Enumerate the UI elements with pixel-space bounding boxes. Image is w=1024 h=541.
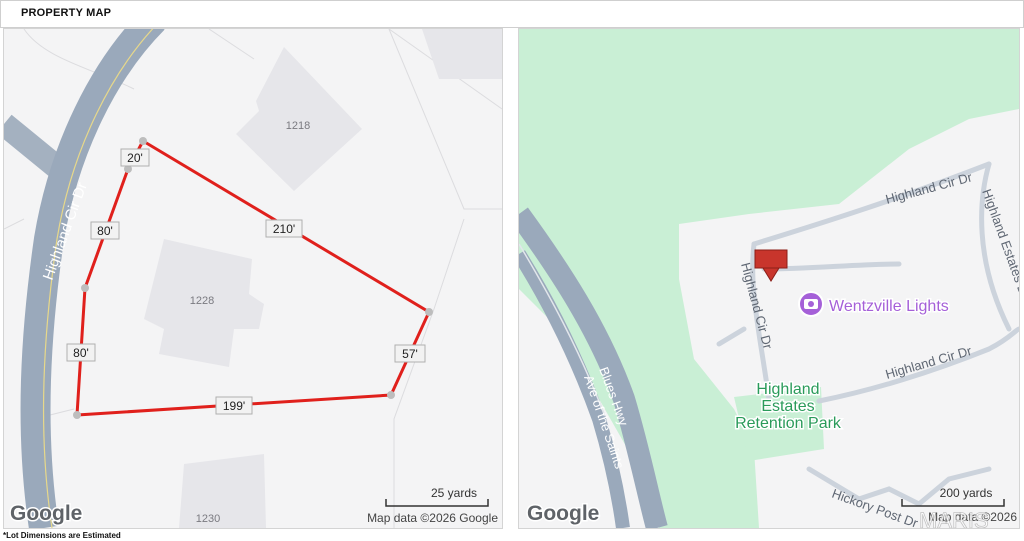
svg-text:200 yards: 200 yards — [940, 486, 993, 500]
dimension-label-ne: 210' — [265, 219, 303, 238]
area-map[interactable]: Blues Hwy Ave of the Saints Highland Cir… — [518, 28, 1020, 529]
dimension-label-south: 199' — [215, 396, 253, 415]
google-logo: Google — [10, 502, 82, 525]
dimension-label-west-upper: 80' — [90, 221, 120, 240]
dimension-label-east: 57' — [394, 344, 426, 363]
page-title: PROPERTY MAP — [21, 7, 112, 19]
camera-icon — [804, 299, 818, 309]
dimension-label-west-lower: 80' — [66, 343, 96, 362]
poi-label: Wentzville Lights — [829, 298, 949, 315]
lot-number-1228: 1228 — [190, 295, 214, 307]
svg-text:199': 199' — [223, 399, 245, 413]
lot-map[interactable]: Highland Cir Dr 1218 1228 1230 20' 210' … — [3, 28, 503, 529]
svg-text:80': 80' — [73, 346, 89, 360]
svg-text:Estates: Estates — [761, 398, 814, 415]
svg-text:Highland: Highland — [756, 381, 819, 398]
google-logo: Google — [527, 502, 599, 525]
map-attribution: Map data ©2026 Google — [367, 511, 498, 525]
dimension-label-nw: 20' — [120, 148, 150, 167]
svg-text:20': 20' — [127, 151, 143, 165]
footnote: *Lot Dimensions are Estimated — [3, 531, 121, 540]
area-map-canvas: Blues Hwy Ave of the Saints Highland Cir… — [519, 29, 1019, 528]
svg-text:210': 210' — [273, 222, 295, 236]
header-bar: PROPERTY MAP — [0, 0, 1024, 28]
lot-map-canvas: Highland Cir Dr 1218 1228 1230 20' 210' … — [4, 29, 502, 528]
watermark: MARIS — [919, 508, 989, 528]
svg-text:Retention Park: Retention Park — [735, 415, 842, 432]
svg-text:80': 80' — [97, 224, 113, 238]
svg-text:25 yards: 25 yards — [431, 486, 477, 500]
lot-number-1218: 1218 — [286, 120, 310, 132]
lot-number-1230: 1230 — [196, 513, 220, 525]
svg-text:57': 57' — [402, 347, 418, 361]
